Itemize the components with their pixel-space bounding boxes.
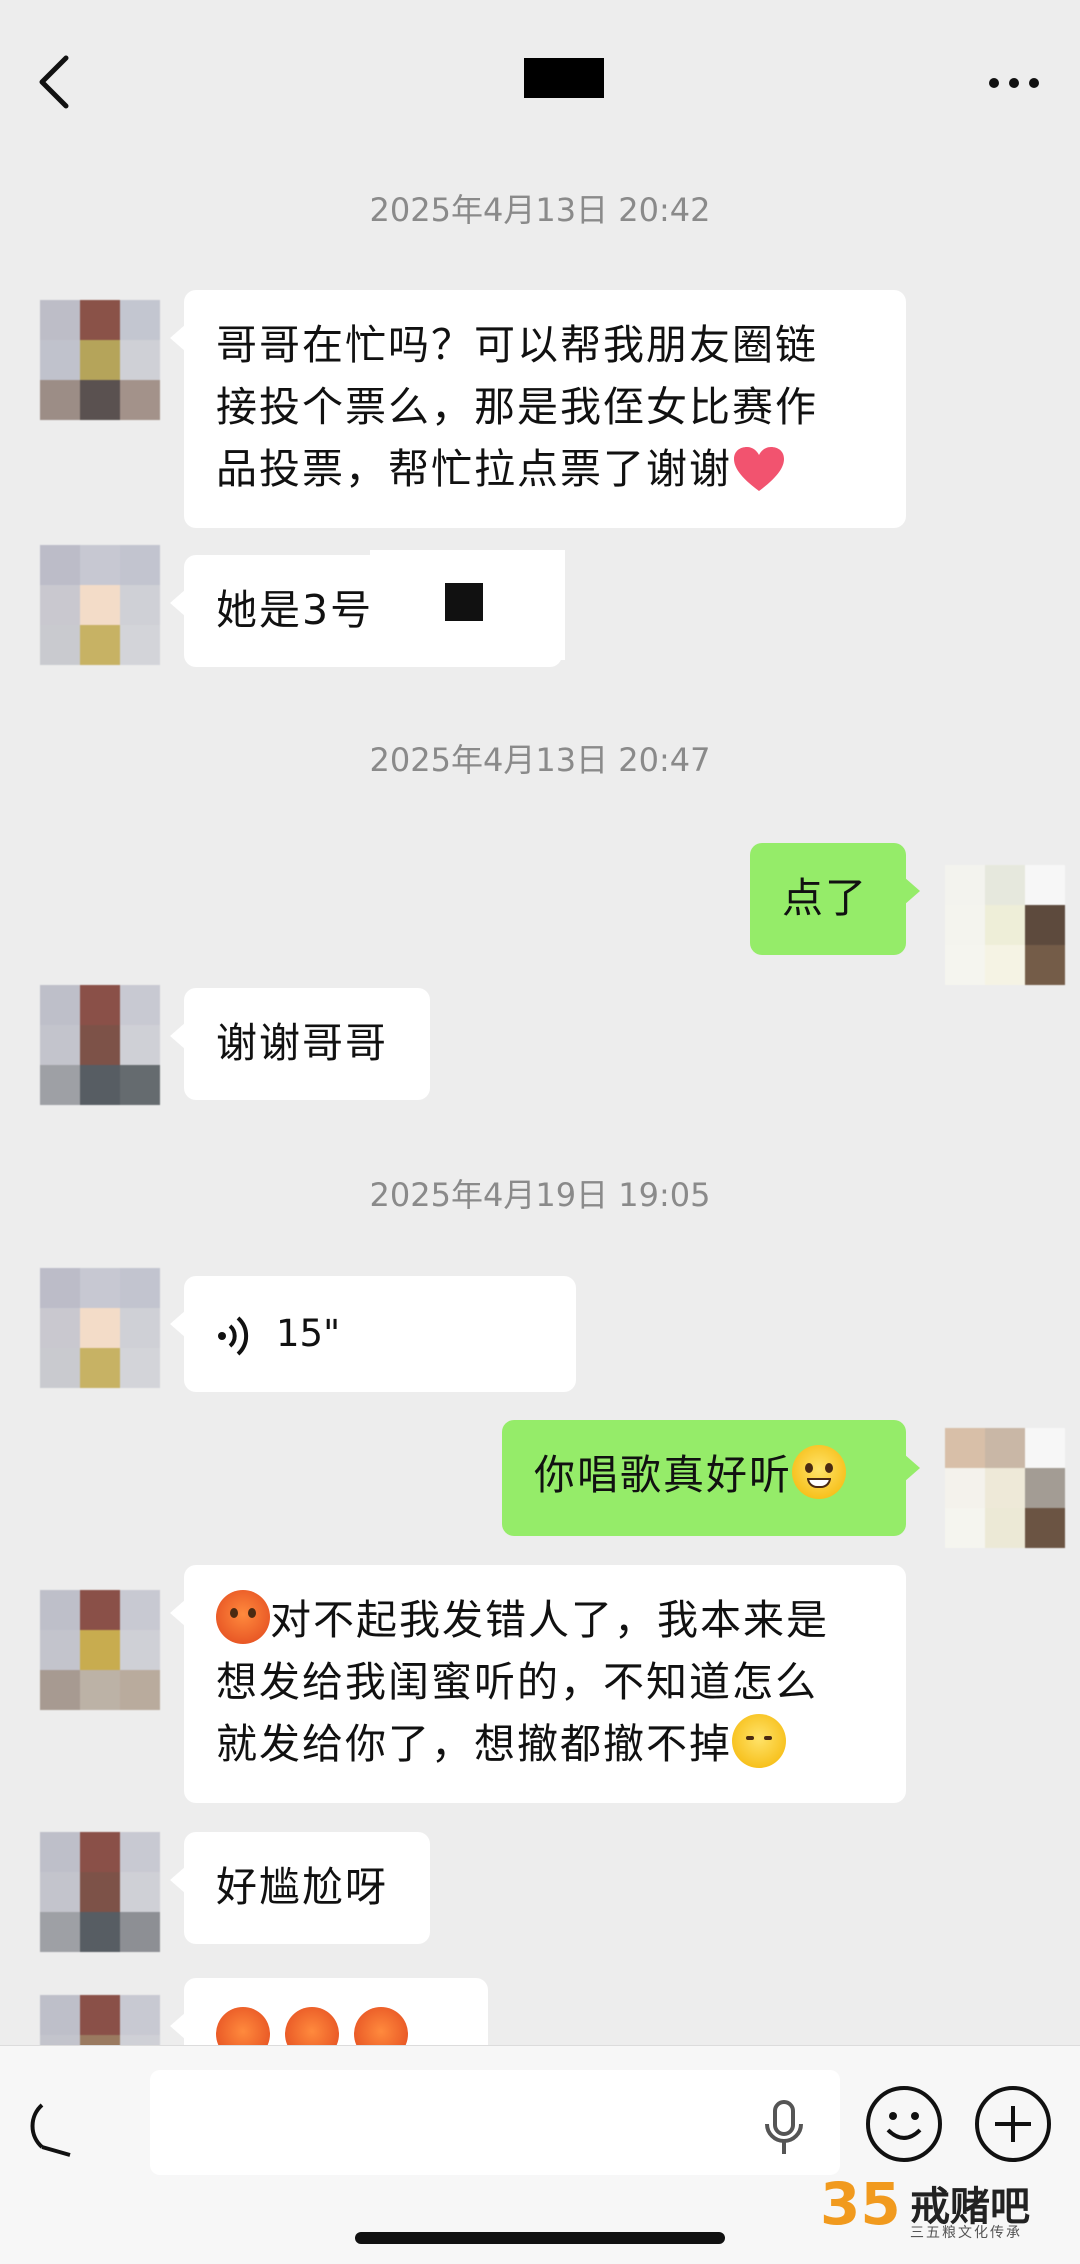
message-text: 品投票，帮忙拉点票了谢谢 — [216, 445, 732, 493]
chevron-left-icon[interactable] — [30, 52, 90, 112]
message-text: 点了 — [782, 874, 868, 922]
message-bubble-outgoing[interactable]: 点了 — [750, 843, 920, 955]
watermark-subtitle: 三五粮文化传承 — [910, 2225, 1022, 2241]
message-bubble-incoming[interactable]: 哥哥在忙吗？可以帮我朋友圈链 接投个票么，那是我侄女比赛作 品投票，帮忙拉点票了… — [170, 290, 906, 528]
message-text: 就发给你了，想撤都撤不掉 — [216, 1720, 732, 1768]
contact-avatar[interactable] — [40, 1268, 160, 1388]
chat-header — [0, 0, 1080, 160]
user-avatar[interactable] — [945, 865, 1065, 985]
redaction-block — [445, 583, 483, 621]
watermark-logo: 35 戒赌吧 三五粮文化传承 — [770, 2170, 1070, 2250]
message-text: 谢谢哥哥 — [216, 1019, 388, 1067]
message-line: 对不起我发错人了，我本来是 — [216, 1589, 874, 1651]
message-text: 你唱歌真好听 — [534, 1451, 792, 1499]
contact-avatar[interactable] — [40, 1590, 160, 1710]
message-line: 哥哥在忙吗？可以帮我朋友圈链 — [216, 321, 818, 369]
watermark-number: 35 — [820, 2170, 901, 2238]
angry-face-icon — [216, 1590, 270, 1644]
voice-duration: 15" — [276, 1312, 341, 1355]
contact-avatar[interactable] — [40, 985, 160, 1105]
timestamp: 2025年4月13日 20:47 — [369, 741, 711, 779]
home-indicator[interactable] — [355, 2232, 725, 2244]
message-line: 接投个票么，那是我侄女比赛作 — [216, 383, 818, 431]
user-avatar[interactable] — [945, 1428, 1065, 1548]
sad-face-icon — [732, 1714, 786, 1768]
message-input[interactable] — [150, 2070, 840, 2175]
message-bubble-incoming[interactable]: 谢谢哥哥 — [170, 988, 430, 1100]
plus-icon[interactable] — [975, 2086, 1051, 2162]
heart-icon — [734, 447, 784, 491]
microphone-icon[interactable] — [762, 2100, 806, 2156]
contact-avatar[interactable] — [40, 1832, 160, 1952]
timestamp: 2025年4月19日 19:05 — [369, 1176, 711, 1214]
message-text: 对不起我发错人了，我本来是 — [270, 1596, 829, 1644]
more-dots-icon[interactable] — [985, 62, 1045, 102]
voice-toggle-icon[interactable] — [30, 2085, 100, 2165]
voice-wave-icon — [218, 1316, 249, 1356]
message-line: 想发给我闺蜜听的，不知道怎么 — [216, 1658, 818, 1706]
message-line: 就发给你了，想撤都撤不掉 — [216, 1713, 874, 1775]
message-bubble-outgoing[interactable]: 你唱歌真好听 — [502, 1420, 920, 1536]
grin-face-icon — [792, 1445, 846, 1499]
message-text: 好尴尬呀 — [216, 1863, 388, 1911]
contact-avatar[interactable] — [40, 300, 160, 420]
timestamp: 2025年4月13日 20:42 — [369, 191, 711, 229]
smiley-icon[interactable] — [866, 2086, 942, 2162]
chat-title-redacted — [524, 58, 604, 98]
contact-avatar[interactable] — [40, 545, 160, 665]
message-bubble-incoming[interactable]: 好尴尬呀 — [170, 1832, 430, 1944]
message-line: 品投票，帮忙拉点票了谢谢 — [216, 438, 874, 500]
message-bubble-incoming[interactable]: 对不起我发错人了，我本来是 想发给我闺蜜听的，不知道怎么 就发给你了，想撤都撤不… — [170, 1565, 906, 1803]
